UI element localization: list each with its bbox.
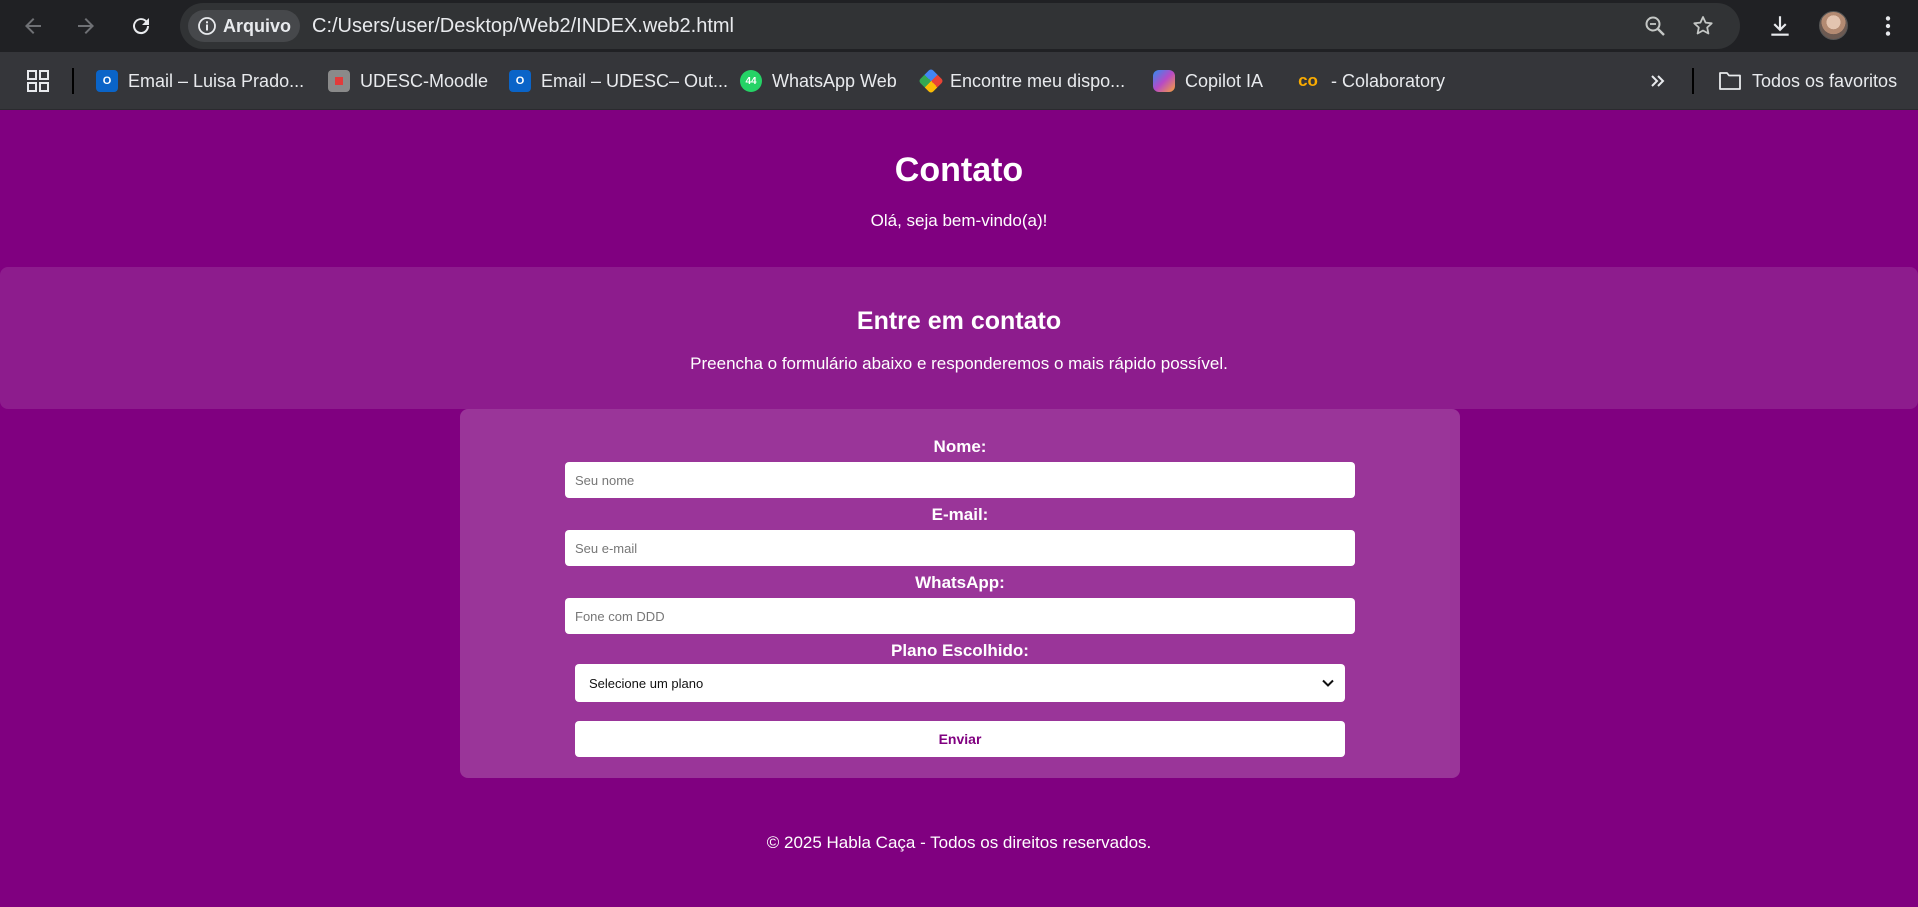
- bookmark-label: Email – UDESC– Out...: [541, 70, 729, 91]
- bookmark-find-device[interactable]: Encontre meu dispo...: [918, 65, 1126, 97]
- plan-select[interactable]: Selecione um plano: [575, 664, 1345, 702]
- site-chip-label: Arquivo: [223, 15, 292, 36]
- bookmark-copilot[interactable]: Copilot IA: [1153, 65, 1263, 97]
- back-button[interactable]: [15, 8, 51, 44]
- section-description: Preencha o formulário abaixo e responder…: [690, 354, 1228, 373]
- whatsapp-badge: 44: [745, 75, 757, 87]
- chevron-down-icon: [1322, 679, 1334, 687]
- url-text[interactable]: C:/Users/user/Desktop/Web2/INDEX.web2.ht…: [312, 15, 734, 38]
- arrow-right-icon: [78, 18, 94, 34]
- bookmark-label: Copilot IA: [1185, 70, 1264, 91]
- browser-toolbar: Arquivo C:/Users/user/Desktop/Web2/INDEX…: [0, 0, 1918, 52]
- contact-intro-section: Entre em contato Preencha o formulário a…: [0, 267, 1918, 409]
- bookmark-star-icon[interactable]: [1691, 14, 1715, 38]
- profile-avatar[interactable]: [1819, 11, 1848, 40]
- plan-select-value: Selecione um plano: [589, 675, 704, 691]
- double-chevron-right-icon: [1651, 75, 1665, 87]
- arrow-left-icon: [25, 18, 41, 34]
- apps-grid-icon: [27, 70, 49, 92]
- all-bookmarks-folder[interactable]: Todos os favoritos: [1718, 65, 1897, 97]
- folder-icon: [1719, 72, 1741, 90]
- bookmark-label: WhatsApp Web: [772, 70, 897, 91]
- bookmark-whatsapp-web[interactable]: 44 WhatsApp Web: [740, 65, 897, 97]
- forward-button[interactable]: [68, 8, 104, 44]
- apps-button[interactable]: [26, 65, 50, 97]
- name-input[interactable]: [565, 462, 1355, 498]
- name-label: Nome:: [933, 437, 987, 456]
- footer-copyright: © 2025 Habla Caça - Todos os direitos re…: [766, 833, 1152, 852]
- reload-button[interactable]: [123, 8, 159, 44]
- all-bookmarks-label: Todos os favoritos: [1752, 70, 1898, 91]
- whatsapp-input[interactable]: [565, 598, 1355, 634]
- whatsapp-label: WhatsApp:: [915, 573, 1005, 592]
- section-title: Entre em contato: [856, 307, 1062, 335]
- page-viewport: Contato Olá, seja bem-vindo(a)! Entre em…: [0, 111, 1918, 907]
- bookmark-label: Email – Luisa Prado...: [128, 70, 305, 91]
- page-title: Contato: [894, 151, 1024, 189]
- info-icon: [198, 17, 216, 35]
- bookmarks-bar: O Email – Luisa Prado... UDESC-Moodle O …: [0, 52, 1918, 110]
- welcome-text: Olá, seja bem-vindo(a)!: [870, 211, 1048, 230]
- plan-label: Plano Escolhido:: [891, 641, 1029, 660]
- more-bookmarks-button[interactable]: [1648, 65, 1668, 97]
- bookmarks-separator: [72, 68, 74, 94]
- bookmark-email-luisa[interactable]: O Email – Luisa Prado...: [96, 65, 304, 97]
- bookmark-colaboratory[interactable]: co - Colaboratory: [1295, 65, 1445, 97]
- whatsapp-icon: 44: [740, 70, 762, 92]
- downloads-icon[interactable]: [1765, 11, 1795, 41]
- bookmarks-separator: [1692, 68, 1694, 94]
- contact-form: Nome: E-mail: WhatsApp: Plano Escolhido:…: [460, 409, 1460, 778]
- bookmark-label: Encontre meu dispo...: [950, 70, 1126, 91]
- email-input[interactable]: [565, 530, 1355, 566]
- reload-icon: [133, 18, 150, 35]
- address-bar[interactable]: Arquivo C:/Users/user/Desktop/Web2/INDEX…: [180, 3, 1740, 49]
- bookmark-label: UDESC-Moodle: [360, 70, 489, 91]
- find-device-icon: [918, 68, 944, 94]
- outlook-icon: O: [509, 70, 531, 92]
- bookmark-email-udesc[interactable]: O Email – UDESC– Out...: [509, 65, 728, 97]
- zoom-icon[interactable]: [1643, 14, 1667, 38]
- site-info-chip[interactable]: Arquivo: [188, 10, 300, 42]
- submit-button[interactable]: Enviar: [575, 721, 1345, 757]
- bookmark-udesc-moodle[interactable]: UDESC-Moodle: [328, 65, 488, 97]
- udesc-icon: [328, 70, 350, 92]
- copilot-icon: [1153, 70, 1175, 92]
- bookmark-label: - Colaboratory: [1331, 70, 1446, 91]
- colab-icon: co: [1298, 71, 1318, 90]
- menu-kebab-icon[interactable]: [1873, 11, 1903, 41]
- email-label: E-mail:: [931, 505, 989, 524]
- outlook-icon: O: [96, 70, 118, 92]
